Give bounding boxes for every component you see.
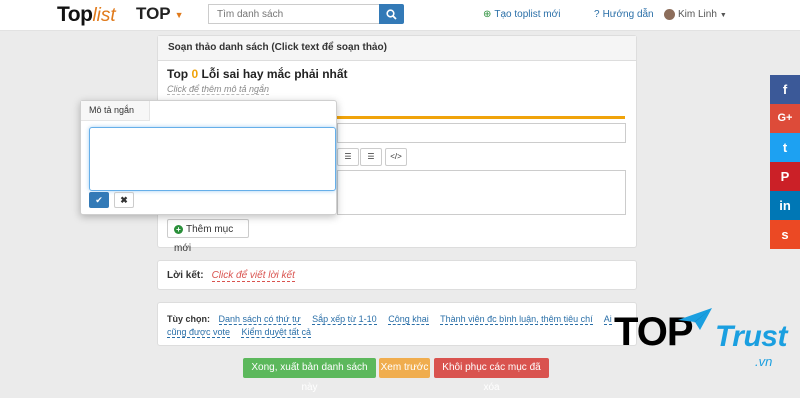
item-content-field[interactable]: [337, 170, 626, 215]
google-plus-icon: G+: [777, 112, 793, 124]
short-description-textarea[interactable]: [89, 127, 336, 191]
toptrust-watermark-logo: TOP Trust .vn: [612, 306, 792, 372]
linkedin-share-button[interactable]: in: [770, 191, 800, 220]
popover-title: Mô tả ngắn: [81, 101, 150, 121]
twitter-icon: t: [782, 140, 788, 155]
item-title-field[interactable]: [337, 123, 626, 143]
list-title[interactable]: Top 0 Lỗi sai hay mắc phải nhất: [167, 67, 348, 81]
google-share-button[interactable]: G+: [770, 104, 800, 133]
title-prefix: Top: [167, 67, 189, 81]
search-icon: [386, 9, 397, 20]
item-divider: [337, 116, 625, 119]
stumbleupon-share-button[interactable]: s: [770, 220, 800, 249]
align-left-button[interactable]: ☰: [337, 148, 359, 166]
top-menu-dropdown[interactable]: TOP ▼: [136, 4, 184, 24]
paper-plane-icon: [678, 308, 712, 330]
option-ordered-list[interactable]: Danh sách có thứ tự: [218, 314, 301, 325]
title-text: Lỗi sai hay mắc phải nhất: [201, 67, 348, 81]
code-button[interactable]: </>: [385, 148, 407, 166]
add-item-button[interactable]: + Thêm mục mới: [167, 219, 249, 254]
option-public[interactable]: Công khai: [388, 314, 429, 325]
option-moderate-all[interactable]: Kiểm duyệt tất cả: [241, 327, 312, 338]
epilogue-label: Lời kết:: [167, 270, 204, 281]
publish-button[interactable]: Xong, xuất bản danh sách này: [243, 358, 376, 393]
option-sort-1-10[interactable]: Sắp xếp từ 1-10: [312, 314, 377, 325]
twitter-share-button[interactable]: t: [770, 133, 800, 162]
plus-icon: +: [174, 224, 183, 234]
pinterest-icon: P: [780, 169, 790, 184]
watermark-vn: .vn: [755, 354, 773, 369]
top-navbar: Toplist TOP▼ ⊕Tạo toplist mới ?Hướng dẫn…: [0, 0, 800, 31]
top-menu-label: TOP: [136, 4, 171, 23]
toplist-logo[interactable]: Toplist: [57, 3, 116, 27]
caret-down-icon: ▼: [719, 12, 727, 20]
confirm-button[interactable]: ✔: [89, 192, 109, 208]
title-count: 0: [191, 67, 199, 81]
align-right-button[interactable]: ☰: [360, 148, 382, 166]
search-button[interactable]: [379, 4, 404, 24]
create-toplist-link[interactable]: ⊕ Tạo toplist mới: [483, 9, 560, 20]
code-icon: </>: [390, 152, 402, 161]
logo-list-text: list: [92, 5, 116, 26]
options-label: Tùy chọn:: [167, 314, 210, 324]
short-description-popover: Mô tả ngắn ✔ ✖: [80, 100, 337, 215]
stumbleupon-icon: s: [781, 227, 789, 242]
avatar: [664, 9, 675, 20]
short-description-hint[interactable]: Click để thêm mô tả ngắn: [167, 84, 270, 95]
user-name: Kim Linh: [678, 9, 717, 21]
help-label: Hướng dẫn: [602, 9, 654, 20]
option-member-comment[interactable]: Thành viên đc bình luận, thêm tiêu chí: [440, 314, 593, 325]
caret-down-icon: ▼: [174, 9, 184, 20]
create-toplist-label: Tạo toplist mới: [494, 9, 561, 20]
search-form: [208, 4, 404, 24]
options-row: Tùy chọn: Danh sách có thứ tự Sắp xếp từ…: [167, 313, 627, 339]
epilogue-hint[interactable]: Click để viết lời kết: [211, 270, 295, 282]
search-input[interactable]: [208, 4, 380, 24]
watermark-trust: Trust: [715, 320, 787, 353]
facebook-share-button[interactable]: f: [770, 75, 800, 104]
epilogue-row: Lời kết: Click để viết lời kết: [167, 270, 295, 282]
facebook-icon: f: [782, 82, 788, 97]
linkedin-icon: in: [779, 198, 791, 213]
question-circle-icon: ?: [594, 9, 600, 20]
restore-button[interactable]: Khôi phục các mục đã xóa: [434, 358, 549, 393]
help-link[interactable]: ? Hướng dẫn: [594, 9, 654, 20]
cancel-button[interactable]: ✖: [114, 192, 134, 208]
pinterest-share-button[interactable]: P: [770, 162, 800, 191]
user-menu[interactable]: Kim Linh ▼: [664, 9, 727, 20]
align-left-icon: ☰: [344, 152, 352, 161]
logo-top-text: Top: [57, 3, 93, 26]
check-icon: ✔: [95, 195, 103, 205]
align-right-icon: ☰: [367, 152, 375, 161]
preview-button[interactable]: Xem trước: [379, 358, 430, 378]
editor-panel-title: Soạn thảo danh sách (Click text để soạn …: [158, 36, 636, 61]
close-icon: ✖: [120, 195, 128, 205]
plus-circle-icon: ⊕: [483, 9, 492, 20]
